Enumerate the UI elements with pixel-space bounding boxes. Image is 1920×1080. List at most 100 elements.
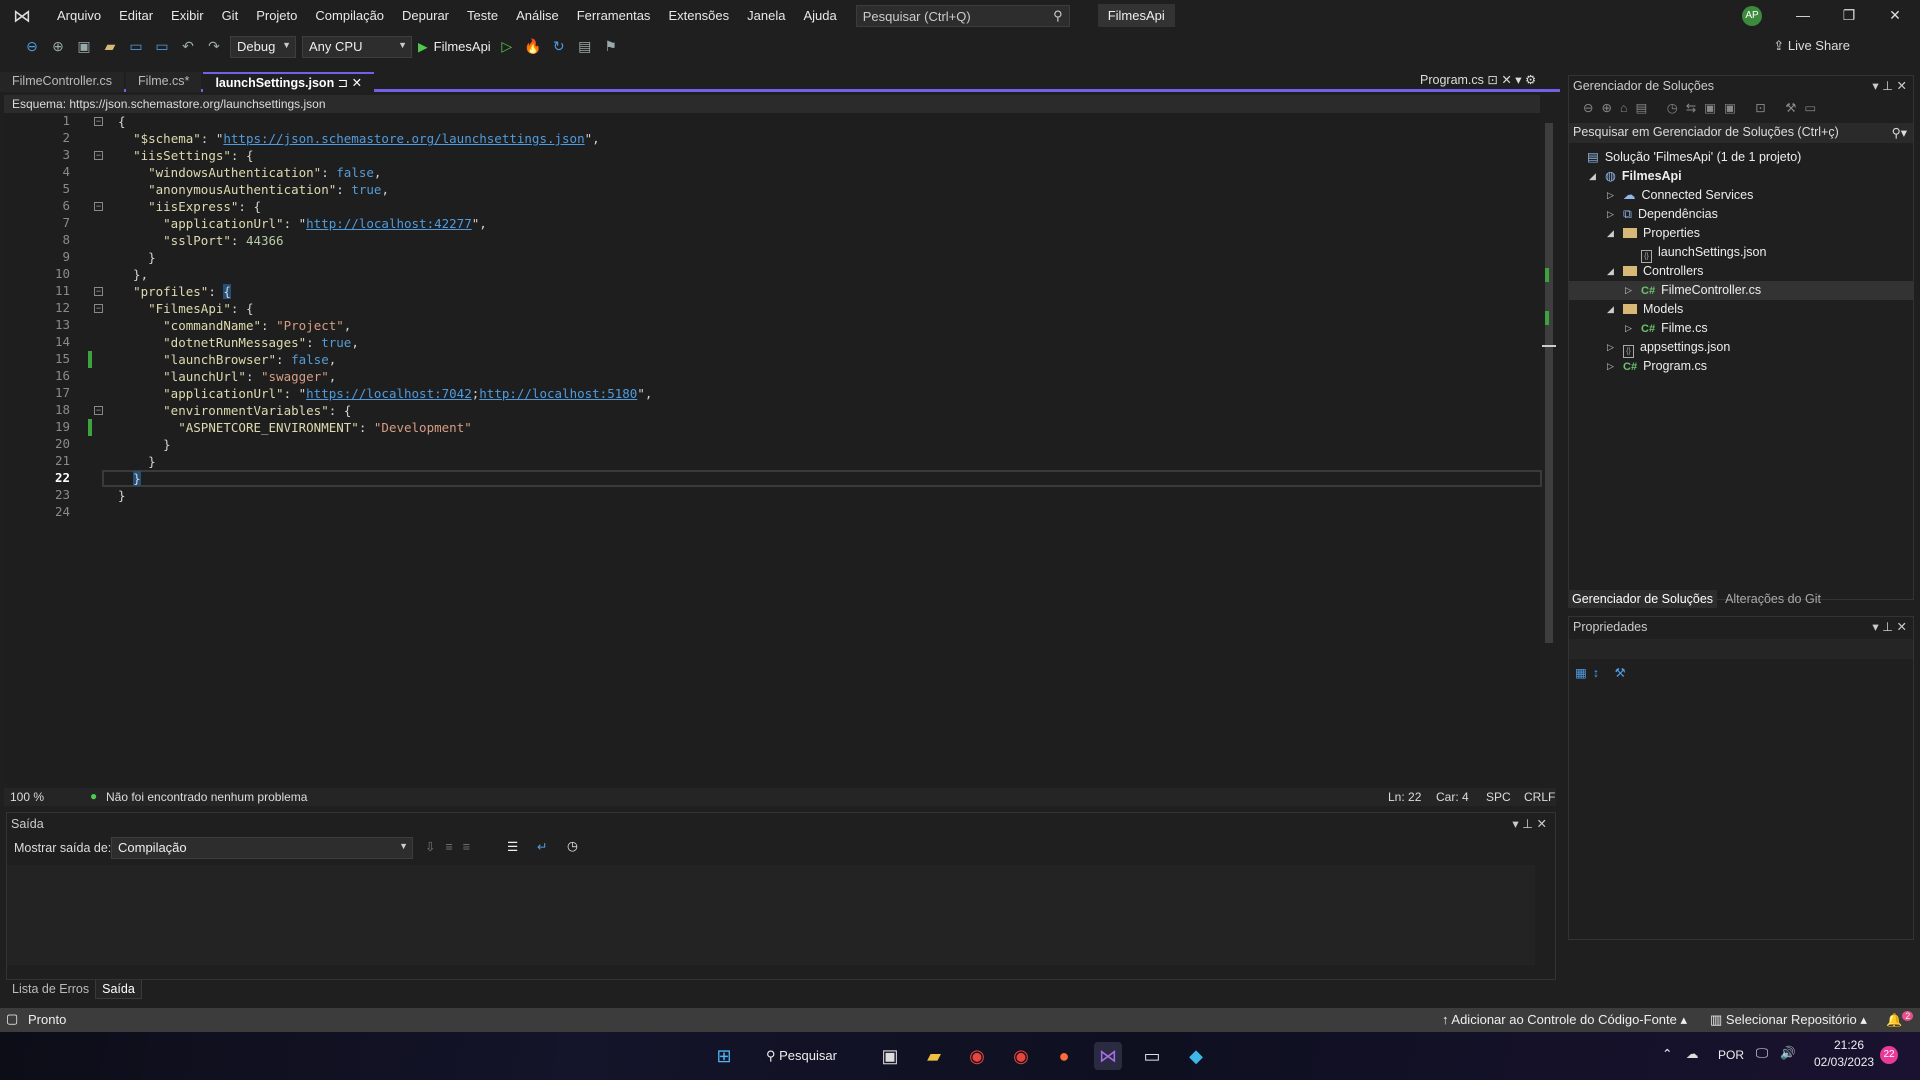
code-line[interactable]: } xyxy=(118,470,141,487)
code-line[interactable]: "dotnetRunMessages": true, xyxy=(118,334,359,351)
hot-reload-icon[interactable]: 🔥 xyxy=(523,38,543,55)
configuration-select[interactable]: Debug ▼ xyxy=(230,35,296,58)
language-indicator[interactable]: POR xyxy=(1718,1048,1744,1062)
collapse-icon[interactable]: − xyxy=(94,202,103,211)
tree-item[interactable]: ☁ Connected Services xyxy=(1623,186,1753,205)
line-ending[interactable]: CRLF xyxy=(1524,790,1555,804)
code-line[interactable]: "launchUrl": "swagger", xyxy=(118,368,336,385)
code-line[interactable]: "profiles": { xyxy=(118,283,231,300)
code-line[interactable]: } xyxy=(118,487,126,504)
menu-item[interactable]: Ferramentas xyxy=(568,8,660,23)
undo-icon[interactable]: ↶ xyxy=(178,38,198,55)
properties-toolbar-icons[interactable]: ▦↕ ⚒ xyxy=(1575,665,1632,680)
expanded-chevron-icon[interactable]: ◢ xyxy=(1607,228,1614,239)
redo-icon[interactable]: ↷ xyxy=(204,38,224,55)
run-without-debug-icon[interactable]: ▷ xyxy=(497,38,517,55)
menu-item[interactable]: Teste xyxy=(458,8,507,23)
panel-controls-icon[interactable]: ▾ ⊥ ✕ xyxy=(1872,619,1907,634)
collapsed-chevron-icon[interactable]: ▷ xyxy=(1625,285,1632,296)
menu-item[interactable]: Git xyxy=(213,8,248,23)
code-line[interactable]: { xyxy=(118,113,126,130)
new-item-icon[interactable]: ▣ xyxy=(74,38,94,55)
chrome-icon[interactable]: ◉ xyxy=(963,1042,991,1070)
code-line[interactable]: } xyxy=(118,453,156,470)
volume-icon[interactable]: 🔊 xyxy=(1780,1046,1796,1061)
solution-tab[interactable]: Alterações do Git xyxy=(1721,590,1825,608)
collapse-icon[interactable]: − xyxy=(94,304,103,313)
tree-item[interactable]: {} appsettings.json xyxy=(1623,338,1730,358)
live-share-button[interactable]: ⇪ Live Share xyxy=(1773,38,1850,54)
code-line[interactable]: "environmentVariables": { xyxy=(118,402,351,419)
code-line[interactable]: "applicationUrl": "https://localhost:704… xyxy=(118,385,652,402)
tree-item[interactable]: Properties xyxy=(1623,224,1700,243)
collapsed-chevron-icon[interactable]: ▷ xyxy=(1625,323,1632,334)
show-hidden-icons[interactable]: ⌃ xyxy=(1662,1046,1672,1061)
menu-item[interactable]: Ajuda xyxy=(794,8,845,23)
collapsed-chevron-icon[interactable]: ▷ xyxy=(1607,361,1614,372)
tab-program-cs[interactable]: Program.cs ⊡ ✕ ▾ ⚙ xyxy=(1420,72,1536,87)
bottom-tab[interactable]: Lista de Erros xyxy=(6,980,95,999)
browse-icon[interactable]: ▤ xyxy=(575,38,595,55)
chrome-profile-icon[interactable]: ◉ xyxy=(1007,1042,1035,1070)
menu-item[interactable]: Extensões xyxy=(659,8,738,23)
expanded-chevron-icon[interactable]: ◢ xyxy=(1589,171,1596,182)
tree-item[interactable]: C# Program.cs xyxy=(1623,357,1707,376)
collapse-icon[interactable]: − xyxy=(94,287,103,296)
postman-icon[interactable]: ● xyxy=(1050,1042,1078,1070)
output-toolbar-icons[interactable]: ⇩≡≡ xyxy=(425,839,480,854)
tree-item[interactable]: ▤ Solução 'FilmesApi' (1 de 1 projeto) xyxy=(1587,148,1801,167)
solution-toolbar-icons[interactable]: ⊖⊕⌂▤ ◷⇆▣▣ ⊡ ⚒▭ xyxy=(1583,100,1824,115)
panel-controls-icon[interactable]: ▾ ⊥ ✕ xyxy=(1872,78,1907,93)
forward-icon[interactable]: ⊕ xyxy=(48,38,68,55)
code-line[interactable]: "FilmesApi": { xyxy=(118,300,253,317)
tree-item[interactable]: Models xyxy=(1623,300,1683,319)
menu-item[interactable]: Depurar xyxy=(393,8,458,23)
clock-date[interactable]: 02/03/2023 xyxy=(1814,1055,1874,1069)
solution-tab[interactable]: Gerenciador de Soluções xyxy=(1568,590,1718,608)
solution-search-input[interactable]: Pesquisar em Gerenciador de Soluções (Ct… xyxy=(1569,123,1913,143)
tree-item[interactable]: C# Filme.cs xyxy=(1641,319,1708,338)
notification-badge[interactable]: 22 xyxy=(1880,1046,1898,1064)
collapse-icon[interactable]: − xyxy=(94,117,103,126)
run-icon[interactable]: ▶ xyxy=(418,39,428,54)
close-window-button[interactable]: ✕ xyxy=(1872,0,1918,31)
avatar[interactable]: AP xyxy=(1742,6,1762,26)
code-line[interactable]: "commandName": "Project", xyxy=(118,317,351,334)
code-line[interactable]: } xyxy=(118,436,171,453)
tree-item[interactable]: ◍ FilmesApi xyxy=(1605,167,1682,186)
restore-button[interactable]: ❐ xyxy=(1826,0,1872,31)
menu-item[interactable]: Compilação xyxy=(306,8,393,23)
tab-filme-cs-[interactable]: Filme.cs* xyxy=(126,72,202,92)
notifications-icon[interactable]: 🔔 2 xyxy=(1886,1011,1914,1028)
panel-controls-icon[interactable]: ▾ ⊥ ✕ xyxy=(1512,816,1547,831)
collapsed-chevron-icon[interactable]: ▷ xyxy=(1607,209,1614,220)
file-explorer-icon[interactable]: ▰ xyxy=(920,1042,948,1070)
save-all-icon[interactable]: ▭ xyxy=(152,38,172,55)
code-line[interactable]: "ASPNETCORE_ENVIRONMENT": "Development" xyxy=(118,419,472,436)
code-editor[interactable]: 1{2 "$schema": "https://json.schemastore… xyxy=(6,113,1542,785)
whitespace-mode[interactable]: SPC xyxy=(1486,790,1511,804)
menu-item[interactable]: Exibir xyxy=(162,8,213,23)
expanded-chevron-icon[interactable]: ◢ xyxy=(1607,266,1614,277)
schema-value[interactable]: https://json.schemastore.org/launchsetti… xyxy=(69,97,325,111)
collapse-icon[interactable]: − xyxy=(94,406,103,415)
code-line[interactable]: "$schema": "https://json.schemastore.org… xyxy=(118,130,600,147)
bottom-tab[interactable]: Saída xyxy=(95,980,142,999)
code-line[interactable]: "sslPort": 44366 xyxy=(118,232,283,249)
code-line[interactable]: "iisExpress": { xyxy=(118,198,261,215)
code-line[interactable]: "launchBrowser": false, xyxy=(118,351,336,368)
menu-item[interactable]: Projeto xyxy=(247,8,306,23)
code-line[interactable]: "anonymousAuthentication": true, xyxy=(118,181,389,198)
tree-item[interactable]: Controllers xyxy=(1623,262,1703,281)
minimize-button[interactable]: — xyxy=(1780,0,1826,31)
run-target-button[interactable]: FilmesApi xyxy=(434,39,491,54)
output-source-select[interactable]: Compilação ▼ xyxy=(111,837,413,859)
bookmark-icon[interactable]: ⚑ xyxy=(601,38,621,55)
zoom-select[interactable]: 100 % xyxy=(10,790,44,804)
word-wrap-icon[interactable]: ↵ xyxy=(537,839,547,854)
menu-item[interactable]: Arquivo xyxy=(48,8,110,23)
add-source-control-button[interactable]: ↑ Adicionar ao Controle do Código-Fonte … xyxy=(1442,1012,1687,1028)
select-repository-button[interactable]: ▥ Selecionar Repositório ▴ xyxy=(1710,1012,1867,1028)
close-icon[interactable]: ⊐ ✕ xyxy=(334,76,362,90)
tree-item[interactable]: ⧉ Dependências xyxy=(1623,205,1718,224)
